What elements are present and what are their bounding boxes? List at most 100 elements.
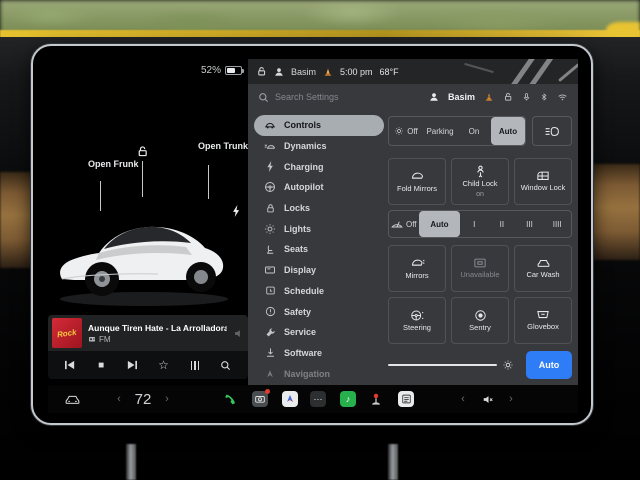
settings-panel: Basim 5:00 pm 68°F Basim: [248, 59, 578, 413]
unavailable-button: Unavailable: [451, 245, 509, 292]
car-controls-button[interactable]: [60, 385, 84, 413]
search-settings-input[interactable]: [275, 92, 371, 102]
high-beam-button[interactable]: [532, 116, 572, 146]
volume-mute-button[interactable]: [476, 385, 498, 413]
maps-app-button[interactable]: [280, 385, 300, 413]
album-art[interactable]: Rock: [52, 318, 82, 348]
steering-button[interactable]: Steering: [388, 297, 446, 344]
next-track-button[interactable]: [122, 355, 142, 375]
window-lock-button[interactable]: Window Lock: [514, 158, 572, 205]
brightness-icon: [502, 359, 514, 371]
wiper-icon: [391, 219, 403, 229]
mirrors-button[interactable]: Mirrors: [388, 245, 446, 292]
phone-icon: [224, 393, 237, 406]
volume-down-chevron[interactable]: ‹: [456, 385, 470, 413]
battery-status: 52%: [201, 65, 242, 76]
status-bar: Basim 5:00 pm 68°F: [248, 59, 578, 84]
music-app-button[interactable]: ♪: [338, 385, 358, 413]
screen-stand-leg: [126, 444, 136, 480]
stop-button[interactable]: ■: [91, 355, 111, 375]
temp-decrease-chevron[interactable]: ‹: [112, 385, 126, 413]
sidebar-item-software[interactable]: Software: [254, 343, 384, 364]
microphone-icon[interactable]: [522, 92, 531, 102]
lock-icon[interactable]: [503, 92, 513, 102]
bluetooth-icon[interactable]: [540, 92, 548, 102]
search-icon: [258, 92, 269, 103]
sidebar-item-seats[interactable]: Seats: [254, 239, 384, 260]
wifi-icon[interactable]: [557, 92, 568, 102]
more-apps-icon: ⋯: [310, 391, 326, 407]
fold-mirrors-button[interactable]: Fold Mirrors: [388, 158, 446, 205]
sidebar-item-lights[interactable]: Lights: [254, 218, 384, 239]
headlights-auto-option[interactable]: Auto: [491, 117, 525, 145]
sidebar-item-dynamics[interactable]: Dynamics: [254, 136, 384, 157]
headlights-off-option[interactable]: Off: [389, 117, 423, 145]
open-trunk-button[interactable]: Open Trunk: [198, 141, 248, 151]
open-frunk-button[interactable]: Open Frunk: [88, 159, 139, 169]
sidebar-item-service[interactable]: Service: [254, 322, 384, 343]
media-search-button[interactable]: [216, 355, 236, 375]
cabin-temperature[interactable]: 72: [130, 385, 156, 413]
temp-increase-chevron[interactable]: ›: [160, 385, 174, 413]
wipers-auto-option[interactable]: Auto: [419, 211, 461, 237]
locks-icon: [264, 202, 276, 214]
car-status-pane: 52% Open Frunk Open Trunk: [48, 59, 248, 413]
favorite-button[interactable]: ☆: [154, 355, 174, 375]
vehicle-render: [52, 187, 244, 313]
camera-app-button[interactable]: [250, 385, 270, 413]
adjust-buttons-row: Mirrors Unavailable Car Wash: [388, 245, 572, 292]
autopilot-icon: [264, 181, 276, 193]
wipers-speed4-option[interactable]: IIII: [543, 211, 571, 237]
car-wash-icon: [536, 257, 551, 269]
window-lock-icon: [536, 170, 550, 182]
headlights-row: Off Parking On Auto: [388, 116, 572, 146]
controls-content: Off Parking On Auto Fold Mirrors Chil: [388, 116, 572, 379]
wipers-off-option[interactable]: Off: [389, 211, 419, 237]
glovebox-button[interactable]: Glovebox: [514, 297, 572, 344]
calendar-app-button[interactable]: [396, 385, 416, 413]
sentry-button[interactable]: Sentry: [451, 297, 509, 344]
brightness-auto-button[interactable]: Auto: [526, 351, 572, 379]
driver-profile-icon[interactable]: [274, 67, 284, 77]
sidebar-item-charging[interactable]: Charging: [254, 156, 384, 177]
map-preview: [458, 59, 578, 84]
track-info[interactable]: Aunque Tiren Hate - La Arrolladora Ban F…: [88, 323, 227, 344]
equalizer-button[interactable]: [185, 355, 205, 375]
sidebar-item-display[interactable]: Display: [254, 260, 384, 281]
car-wash-button[interactable]: Car Wash: [514, 245, 572, 292]
lock-icon[interactable]: [256, 66, 267, 77]
headlights-parking-option[interactable]: Parking: [423, 117, 457, 145]
headlights-on-option[interactable]: On: [457, 117, 491, 145]
headlights-segmented: Off Parking On Auto: [388, 116, 526, 146]
media-controls: ■ ☆: [48, 351, 248, 379]
brightness-row: Auto: [388, 351, 572, 379]
phone-app-button[interactable]: [220, 385, 240, 413]
sidebar-item-schedule[interactable]: Schedule: [254, 281, 384, 302]
profile-name[interactable]: Basim: [448, 92, 475, 102]
maps-icon: [282, 391, 298, 407]
previous-track-button[interactable]: [60, 355, 80, 375]
seats-icon: [264, 243, 276, 255]
locks-buttons-row: Fold Mirrors Child Lock on Window Lock: [388, 158, 572, 205]
driver-name[interactable]: Basim: [291, 67, 316, 77]
profile-icon[interactable]: [429, 92, 439, 102]
child-lock-button[interactable]: Child Lock on: [451, 158, 509, 205]
sidebar-item-navigation[interactable]: Navigation: [254, 363, 384, 384]
outside-temperature[interactable]: 68°F: [380, 67, 399, 77]
traffic-cone-icon[interactable]: [323, 67, 333, 77]
volume-up-chevron[interactable]: ›: [504, 385, 518, 413]
more-apps-button[interactable]: ⋯: [308, 385, 328, 413]
vehicle-lock-icon[interactable]: [136, 145, 149, 158]
display: 52% Open Frunk Open Trunk: [48, 59, 578, 413]
brightness-slider[interactable]: [388, 359, 514, 371]
sidebar-item-controls[interactable]: Controls: [254, 115, 384, 136]
sidebar-item-safety[interactable]: Safety: [254, 301, 384, 322]
wipers-speed3-option[interactable]: III: [516, 211, 544, 237]
arcade-app-button[interactable]: [366, 385, 386, 413]
sidebar-item-autopilot[interactable]: Autopilot: [254, 177, 384, 198]
sidebar-item-locks[interactable]: Locks: [254, 198, 384, 219]
wipers-speed1-option[interactable]: I: [460, 211, 488, 237]
traffic-cone-icon[interactable]: [484, 92, 494, 102]
wipers-speed2-option[interactable]: II: [488, 211, 516, 237]
software-icon: [264, 347, 276, 359]
